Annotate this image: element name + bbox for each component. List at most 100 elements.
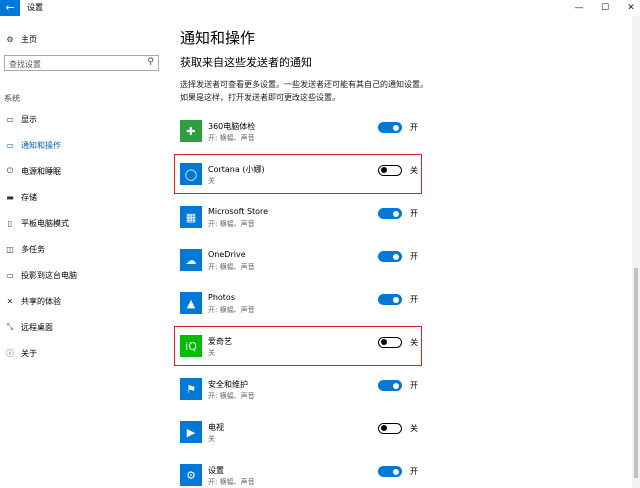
close-button[interactable]: ✕: [622, 1, 640, 15]
search-placeholder: 查找设置: [9, 60, 41, 69]
toggle-state-label: 关: [410, 424, 418, 433]
notification-toggle[interactable]: [378, 251, 402, 262]
notification-toggle[interactable]: [378, 337, 402, 348]
toggle-knob: [393, 468, 399, 475]
sidebar-item-notifications[interactable]: ▭ 通知和操作: [4, 138, 61, 152]
sidebar-item-label: 投影到这台电脑: [21, 270, 77, 280]
sender-name: Photos: [208, 293, 235, 302]
notification-sender-row[interactable]: ⚑ 安全和维护开: 横幅、声音 开: [180, 376, 420, 406]
sender-status: 开: 横幅、声音: [208, 478, 255, 486]
notification-sender-row[interactable]: ✚ 360电脑体检 开: 横幅、声音 开: [180, 118, 420, 148]
search-input[interactable]: 查找设置 ⚲: [4, 55, 159, 71]
notification-sender-row[interactable]: iQ 爱奇艺关关: [180, 333, 420, 363]
notification-sender-row[interactable]: ◯ Cortana (小娜) 关关: [180, 161, 420, 191]
notification-icon: ▭: [6, 140, 14, 150]
tablet-icon: ▯: [7, 218, 13, 228]
sidebar-item-display[interactable]: ▭ 显示: [4, 112, 37, 126]
toggle-knob: [381, 339, 387, 345]
sender-status: 开: 横幅、声音: [208, 306, 255, 314]
notification-toggle[interactable]: [378, 122, 402, 133]
toggle-knob: [381, 167, 387, 173]
sidebar-item-tablet[interactable]: ▯ 平板电脑模式: [4, 216, 69, 230]
sidebar-item-label: 多任务: [21, 244, 45, 254]
toggle-knob: [393, 124, 399, 131]
toggle-knob: [393, 296, 399, 303]
section-label-system: 系统: [4, 94, 20, 103]
toggle-knob: [381, 425, 387, 431]
back-arrow-icon: ←: [5, 1, 15, 14]
section-title: 获取来自这些发送者的通知: [180, 56, 312, 69]
iqiyi-icon: iQ: [180, 335, 202, 357]
back-button[interactable]: ←: [0, 0, 20, 16]
flag-icon: ⚑: [180, 378, 202, 400]
storage-icon: ▬: [6, 192, 14, 202]
power-icon: ⏻: [6, 166, 14, 175]
sidebar-item-label: 远程桌面: [21, 322, 53, 332]
sender-name: 安全和维护: [208, 380, 248, 389]
sidebar-item-shared[interactable]: ✕ 共享的体验: [4, 294, 61, 308]
notification-toggle[interactable]: [378, 294, 402, 305]
maximize-button[interactable]: ☐: [596, 1, 614, 15]
toggle-knob: [393, 210, 399, 217]
remote-desktop-icon: ⤡: [6, 322, 14, 331]
monitor-icon: ▭: [6, 114, 14, 124]
sender-name: Cortana (小娜): [208, 165, 265, 174]
sidebar-item-about[interactable]: ⓘ 关于: [4, 346, 37, 360]
sender-status: 开: 横幅、声音: [208, 392, 255, 400]
toggle-state-label: 开: [410, 381, 418, 390]
notification-sender-row[interactable]: ▲ Photos 开: 横幅、声音 开: [180, 290, 420, 320]
notification-toggle[interactable]: [378, 208, 402, 219]
toggle-state-label: 开: [410, 123, 418, 132]
sidebar-item-label: 主页: [21, 34, 37, 44]
store-icon: ▦: [180, 206, 202, 228]
notification-sender-row[interactable]: ▦ Microsoft Store 开: 横幅、声音 开: [180, 204, 420, 234]
scrollbar-thumb[interactable]: [634, 268, 638, 478]
notification-toggle[interactable]: [378, 423, 402, 434]
sidebar-item-label: 电源和睡眠: [21, 166, 61, 176]
notification-toggle[interactable]: [378, 380, 402, 391]
photos-icon: ▲: [180, 292, 202, 314]
project-icon: ▭: [6, 270, 14, 280]
sidebar-item-label: 显示: [21, 114, 37, 124]
notification-sender-row[interactable]: ☁ OneDrive 开: 横幅、声音 开: [180, 247, 420, 277]
sidebar-item-project[interactable]: ▭ 投影到这台电脑: [4, 268, 77, 282]
toggle-state-label: 开: [410, 467, 418, 476]
sender-status: 开: 横幅、声音: [208, 220, 255, 228]
sender-status: 关: [208, 177, 215, 185]
sender-status: 开: 横幅、声音: [208, 134, 255, 142]
sender-name: OneDrive: [208, 250, 246, 259]
sidebar-item-remote[interactable]: ⤡ 远程桌面: [4, 320, 53, 334]
sidebar-item-power[interactable]: ⏻ 电源和睡眠: [4, 164, 61, 178]
title-bar: ← 设置 — ☐ ✕: [0, 0, 640, 16]
cortana-icon: ◯: [180, 163, 202, 185]
toggle-state-label: 开: [410, 252, 418, 261]
sender-status: 关: [208, 435, 215, 443]
toggle-knob: [393, 253, 399, 260]
sidebar-item-label: 平板电脑模式: [21, 218, 69, 228]
maximize-icon: ☐: [600, 3, 610, 13]
notification-sender-row[interactable]: ⚙ 设置 开: 横幅、声音 开: [180, 462, 420, 488]
multitask-icon: ◫: [6, 244, 14, 254]
sidebar-item-label: 通知和操作: [21, 140, 61, 150]
sidebar-item-label: 关于: [21, 348, 37, 358]
sender-name: 360电脑体检: [208, 122, 256, 131]
minimize-button[interactable]: —: [570, 1, 588, 15]
main-content: 通知和操作 获取来自这些发送者的通知 选择发送者可查看更多设置。一些发送者还可能…: [170, 16, 630, 488]
close-icon: ✕: [627, 3, 635, 13]
sidebar-item-storage[interactable]: ▬ 存储: [4, 190, 37, 204]
toggle-state-label: 开: [410, 209, 418, 218]
sidebar-item-label: 存储: [21, 192, 37, 202]
section-description: 选择发送者可查看更多设置。一些发送者还可能有其自己的通知设置。如果是这样，打开发…: [180, 80, 428, 102]
notification-toggle[interactable]: [378, 165, 402, 176]
notification-sender-row[interactable]: ▶ 电视关关: [180, 419, 420, 449]
notification-toggle[interactable]: [378, 466, 402, 477]
sender-name: 设置: [208, 466, 224, 475]
scrollbar[interactable]: [632, 16, 640, 488]
toggle-state-label: 关: [410, 338, 418, 347]
onedrive-icon: ☁: [180, 249, 202, 271]
360-icon: ✚: [180, 120, 202, 142]
toggle-state-label: 关: [410, 166, 418, 175]
sidebar-item-home[interactable]: ⚙ 主页: [4, 32, 37, 46]
sidebar-item-multitask[interactable]: ◫ 多任务: [4, 242, 45, 256]
gear-icon: ⚙: [6, 34, 14, 44]
